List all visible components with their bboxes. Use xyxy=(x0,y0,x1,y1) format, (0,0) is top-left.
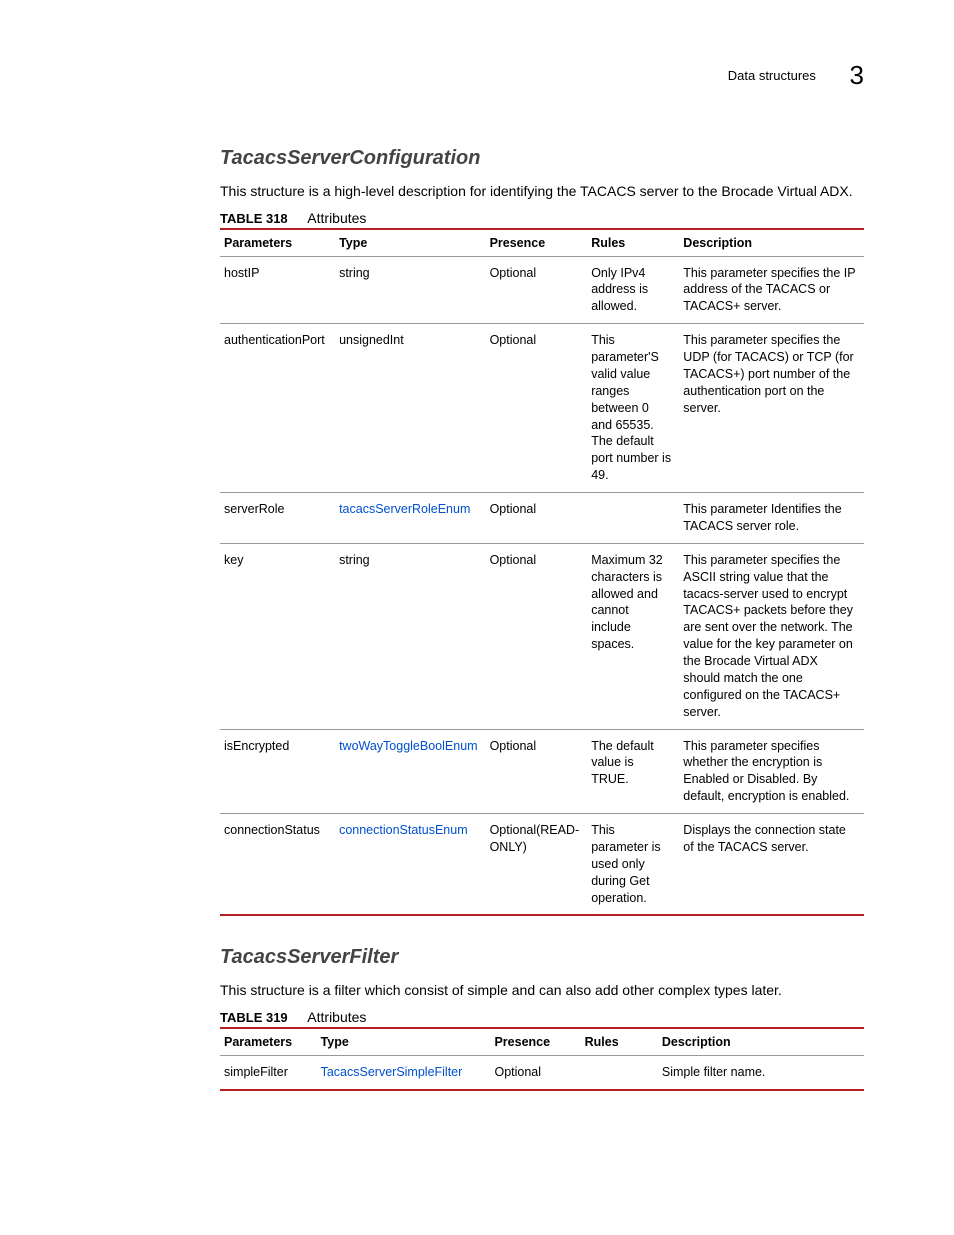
type-link[interactable]: connectionStatusEnum xyxy=(339,823,468,837)
cell-type: unsignedInt xyxy=(335,324,486,493)
table-caption-319: TABLE 319 Attributes xyxy=(220,1009,864,1025)
col-header-type: Type xyxy=(317,1028,491,1056)
table-row: simpleFilter TacacsServerSimpleFilter Op… xyxy=(220,1056,864,1090)
attributes-table-318: Parameters Type Presence Rules Descripti… xyxy=(220,228,864,917)
section-label: Data structures xyxy=(728,68,816,83)
type-link[interactable]: tacacsServerRoleEnum xyxy=(339,502,470,516)
cell-type: tacacsServerRoleEnum xyxy=(335,493,486,544)
col-header-presence: Presence xyxy=(490,1028,580,1056)
cell-desc: Simple filter name. xyxy=(658,1056,864,1090)
cell-param: simpleFilter xyxy=(220,1056,317,1090)
col-header-parameters: Parameters xyxy=(220,1028,317,1056)
cell-desc: This parameter specifies the ASCII strin… xyxy=(679,543,864,729)
cell-rules xyxy=(581,1056,658,1090)
table-caption-text: Attributes xyxy=(307,1009,366,1025)
cell-param: isEncrypted xyxy=(220,729,335,814)
table-caption-text: Attributes xyxy=(307,210,366,226)
cell-desc: This parameter Identifies the TACACS ser… xyxy=(679,493,864,544)
cell-type: string xyxy=(335,256,486,324)
table-label: TABLE 318 xyxy=(220,211,288,226)
cell-type: connectionStatusEnum xyxy=(335,814,486,916)
table-row: isEncrypted twoWayToggleBoolEnum Optiona… xyxy=(220,729,864,814)
page-header: Data structures 3 xyxy=(90,60,864,91)
cell-rules: The default value is TRUE. xyxy=(587,729,679,814)
cell-presence: Optional xyxy=(490,1056,580,1090)
col-header-presence: Presence xyxy=(486,229,588,257)
cell-param: serverRole xyxy=(220,493,335,544)
cell-presence: Optional xyxy=(486,256,588,324)
attributes-table-319: Parameters Type Presence Rules Descripti… xyxy=(220,1027,864,1091)
type-link[interactable]: twoWayToggleBoolEnum xyxy=(339,739,478,753)
cell-desc: Displays the connection state of the TAC… xyxy=(679,814,864,916)
cell-desc: This parameter specifies the UDP (for TA… xyxy=(679,324,864,493)
col-header-description: Description xyxy=(658,1028,864,1056)
table-row: hostIP string Optional Only IPv4 address… xyxy=(220,256,864,324)
col-header-rules: Rules xyxy=(587,229,679,257)
chapter-number: 3 xyxy=(850,60,864,91)
cell-presence: Optional xyxy=(486,729,588,814)
cell-param: connectionStatus xyxy=(220,814,335,916)
cell-presence: Optional xyxy=(486,543,588,729)
cell-presence: Optional xyxy=(486,493,588,544)
cell-presence: Optional(READ-ONLY) xyxy=(486,814,588,916)
cell-rules xyxy=(587,493,679,544)
cell-type: string xyxy=(335,543,486,729)
table-caption-318: TABLE 318 Attributes xyxy=(220,210,864,226)
section-title: TacacsServerConfiguration xyxy=(220,147,864,170)
cell-param: key xyxy=(220,543,335,729)
col-header-parameters: Parameters xyxy=(220,229,335,257)
col-header-rules: Rules xyxy=(581,1028,658,1056)
type-link[interactable]: TacacsServerSimpleFilter xyxy=(321,1065,463,1079)
cell-param: authenticationPort xyxy=(220,324,335,493)
cell-rules: This parameter is used only during Get o… xyxy=(587,814,679,916)
section-tacacs-server-configuration: TacacsServerConfiguration This structure… xyxy=(220,147,864,916)
section-title: TacacsServerFilter xyxy=(220,946,864,969)
table-row: authenticationPort unsignedInt Optional … xyxy=(220,324,864,493)
cell-rules: This parameter'S valid value ranges betw… xyxy=(587,324,679,493)
col-header-type: Type xyxy=(335,229,486,257)
table-row: serverRole tacacsServerRoleEnum Optional… xyxy=(220,493,864,544)
table-row: key string Optional Maximum 32 character… xyxy=(220,543,864,729)
cell-param: hostIP xyxy=(220,256,335,324)
cell-desc: This parameter specifies the IP address … xyxy=(679,256,864,324)
cell-presence: Optional xyxy=(486,324,588,493)
cell-rules: Maximum 32 characters is allowed and can… xyxy=(587,543,679,729)
cell-type: twoWayToggleBoolEnum xyxy=(335,729,486,814)
section-body: This structure is a filter which consist… xyxy=(220,981,864,1001)
col-header-description: Description xyxy=(679,229,864,257)
section-body: This structure is a high-level descripti… xyxy=(220,182,864,202)
cell-rules: Only IPv4 address is allowed. xyxy=(587,256,679,324)
table-label: TABLE 319 xyxy=(220,1010,288,1025)
cell-type: TacacsServerSimpleFilter xyxy=(317,1056,491,1090)
cell-desc: This parameter specifies whether the enc… xyxy=(679,729,864,814)
table-row: connectionStatus connectionStatusEnum Op… xyxy=(220,814,864,916)
section-tacacs-server-filter: TacacsServerFilter This structure is a f… xyxy=(220,946,864,1090)
